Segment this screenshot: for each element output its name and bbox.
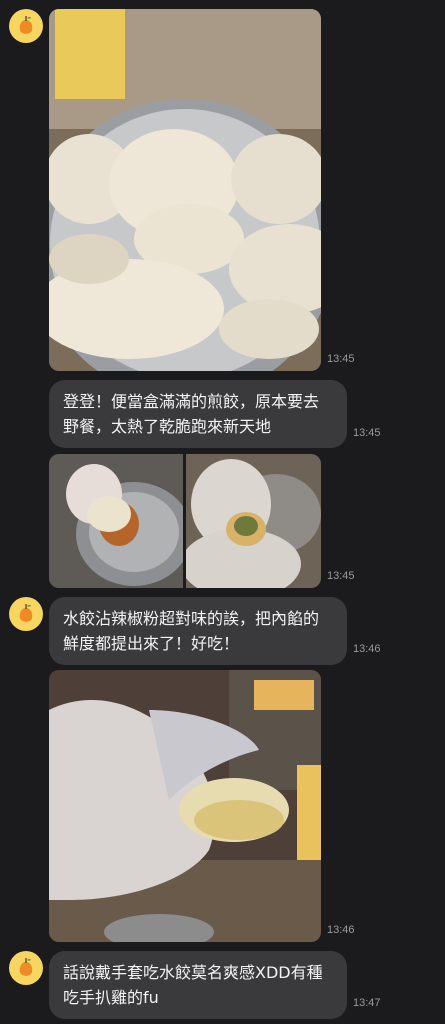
sender-avatar[interactable] xyxy=(9,951,43,985)
message-text: 話說戴手套吃水餃莫名爽感XDD有種吃手扒雞的fu xyxy=(63,963,323,1007)
dumpling-filling-image xyxy=(186,454,321,588)
glove-dumpling-image xyxy=(49,670,321,942)
sender-avatar[interactable] xyxy=(9,9,43,43)
message-text: 登登！便當盒滿滿的煎餃，原本要去野餐，太熱了乾脆跑來新天地 xyxy=(63,392,320,436)
dumplings-photo[interactable] xyxy=(49,9,321,371)
message-time: 13:45 xyxy=(327,353,355,365)
pear-icon xyxy=(19,958,33,976)
message-bubble[interactable]: 登登！便當盒滿滿的煎餃，原本要去野餐，太熱了乾脆跑來新天地 xyxy=(49,380,347,448)
pear-icon xyxy=(19,16,33,34)
message-time: 13:45 xyxy=(327,570,355,582)
pear-icon xyxy=(19,604,33,622)
message-time: 13:46 xyxy=(327,924,355,936)
message-time: 13:45 xyxy=(353,427,381,439)
message-time: 13:46 xyxy=(353,643,381,655)
message-text: 水餃沾辣椒粉超對味的誒，把內餡的鮮度都提出來了！好吃！ xyxy=(63,609,320,653)
sender-avatar[interactable] xyxy=(9,597,43,631)
dipping-dumpling-photo[interactable] xyxy=(49,454,183,588)
message-bubble[interactable]: 水餃沾辣椒粉超對味的誒，把內餡的鮮度都提出來了！好吃！ xyxy=(49,597,347,665)
fried-dumplings-image xyxy=(49,9,321,371)
message-time: 13:47 xyxy=(353,997,381,1009)
dumpling-chili-image xyxy=(49,454,183,588)
message-bubble[interactable]: 話說戴手套吃水餃莫名爽感XDD有種吃手扒雞的fu xyxy=(49,951,347,1019)
gloved-dumpling-photo[interactable] xyxy=(49,670,321,942)
dumpling-filling-photo[interactable] xyxy=(186,454,321,588)
